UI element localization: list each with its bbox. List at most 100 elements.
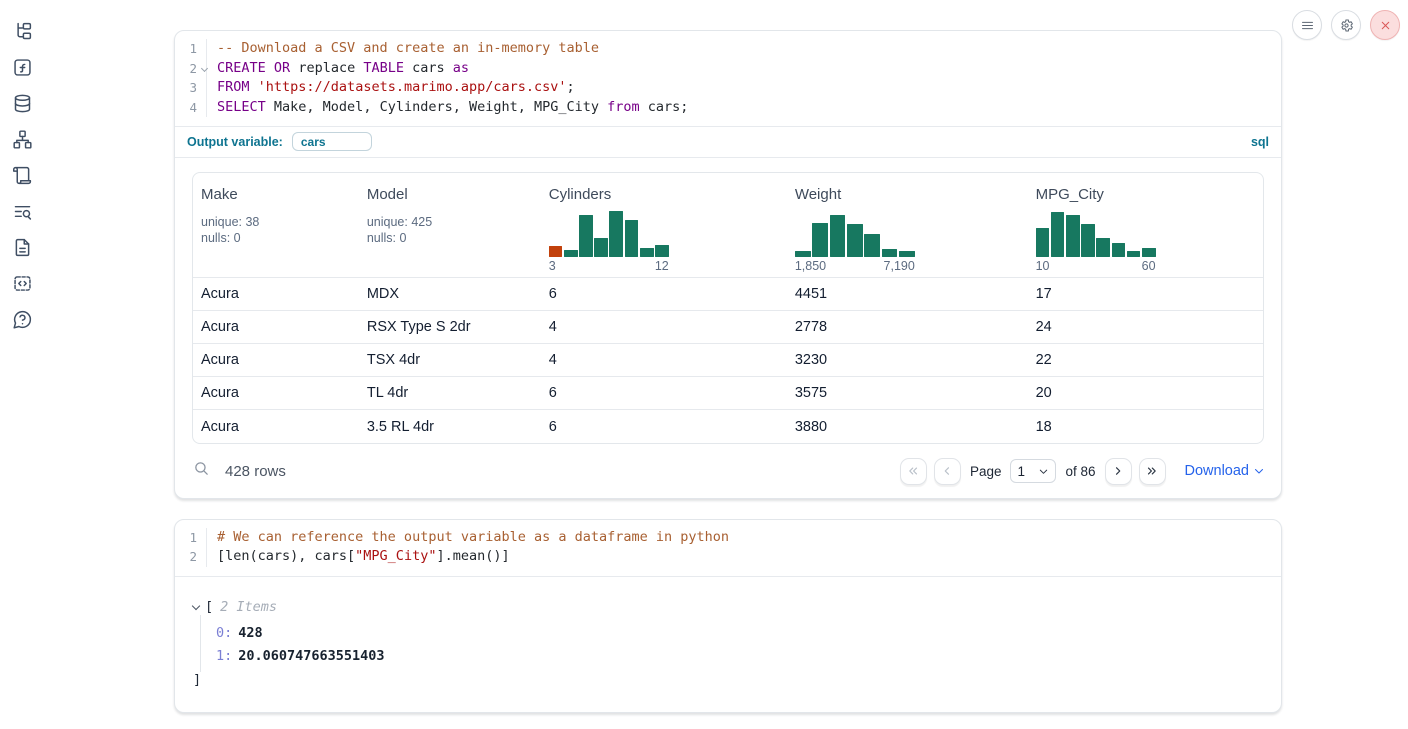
column-label: Make (201, 186, 351, 203)
first-page-button[interactable] (900, 458, 927, 485)
histogram-bar (655, 245, 669, 257)
download-button[interactable]: Download (1185, 463, 1266, 479)
column-header-weight[interactable]: Weight 1,8507,190 (787, 173, 1028, 278)
table-cell: TSX 4dr (359, 344, 541, 377)
line-number: 2 (175, 547, 207, 567)
code-line[interactable]: 2[len(cars), cars["MPG_City"].mean()] (175, 547, 1281, 567)
python-code-editor[interactable]: 1# We can reference the output variable … (175, 520, 1281, 576)
column-header-make[interactable]: Make unique: 38 nulls: 0 (193, 173, 359, 278)
column-stats: unique: 38 nulls: 0 (201, 214, 351, 254)
code-line[interactable]: 4SELECT Make, Model, Cylinders, Weight, … (175, 98, 1281, 118)
table-cell: 3880 (787, 410, 1028, 443)
cylinders-histogram: 312 (549, 209, 669, 273)
folder-tree-icon[interactable] (12, 21, 33, 42)
table-cell: 6 (541, 278, 787, 311)
histogram-bar (1036, 228, 1050, 258)
code-line[interactable]: 2CREATE OR replace TABLE cars as (175, 59, 1281, 79)
histogram-bar (847, 224, 863, 258)
histogram-bar (594, 238, 608, 257)
histogram-bar (864, 234, 880, 257)
tree-entry-value: 20.060747663551403 (238, 648, 384, 664)
top-right-controls (1292, 10, 1400, 40)
function-square-icon[interactable] (12, 57, 33, 78)
help-bubble-icon[interactable] (12, 309, 33, 330)
code-line[interactable]: 3FROM 'https://datasets.marimo.app/cars.… (175, 78, 1281, 98)
previous-page-button[interactable] (934, 458, 961, 485)
table-cell: Acura (193, 410, 359, 443)
row-count: 428 rows (225, 463, 286, 480)
items-count-label: 2 Items (220, 599, 277, 615)
table-output: Make unique: 38 nulls: 0 Model unique: 4… (175, 158, 1281, 448)
table-row[interactable]: AcuraMDX6445117 (193, 278, 1263, 311)
last-page-button[interactable] (1139, 458, 1166, 485)
next-page-button[interactable] (1105, 458, 1132, 485)
table-cell: 3.5 RL 4dr (359, 410, 541, 443)
histogram-bar (549, 246, 563, 258)
collapse-chevron-icon[interactable] (192, 601, 200, 609)
histogram-bar (830, 215, 846, 257)
code-line[interactable]: 1# We can reference the output variable … (175, 528, 1281, 548)
table-cell: 2778 (787, 311, 1028, 344)
page-label: Page (970, 464, 1002, 479)
download-label: Download (1185, 463, 1250, 479)
table-row[interactable]: AcuraRSX Type S 2dr4277824 (193, 311, 1263, 344)
column-header-cylinders[interactable]: Cylinders 312 (541, 173, 787, 278)
close-icon[interactable] (1370, 10, 1400, 40)
histogram-bar (640, 248, 654, 258)
histogram-bar (882, 249, 898, 258)
list-search-icon[interactable] (12, 201, 33, 222)
table-cell: 4451 (787, 278, 1028, 311)
output-variable-input[interactable] (292, 132, 372, 151)
code-text: -- Download a CSV and create an in-memor… (207, 39, 599, 59)
scroll-icon[interactable] (12, 165, 33, 186)
gear-icon[interactable] (1331, 10, 1361, 40)
table-row[interactable]: AcuraTSX 4dr4323022 (193, 344, 1263, 377)
sql-code-editor[interactable]: 1-- Download a CSV and create an in-memo… (175, 31, 1281, 126)
table-header-row: Make unique: 38 nulls: 0 Model unique: 4… (193, 173, 1263, 278)
column-label: MPG_City (1036, 186, 1255, 203)
table-cell: 6 (541, 410, 787, 443)
sql-cell: 1 -- Download a CSV and create an in-memo… (174, 30, 1282, 499)
column-header-model[interactable]: Model unique: 425 nulls: 0 (359, 173, 541, 278)
table-cell: MDX (359, 278, 541, 311)
table-cell: 17 (1028, 278, 1263, 311)
code-line[interactable]: 1-- Download a CSV and create an in-memo… (175, 39, 1281, 59)
line-number: 2 (175, 59, 207, 79)
dependency-graph-icon[interactable] (12, 129, 33, 150)
table-cell: Acura (193, 311, 359, 344)
menu-icon[interactable] (1292, 10, 1322, 40)
page-select[interactable]: 1 (1010, 459, 1056, 483)
line-number: 1 (175, 528, 207, 548)
column-stats: unique: 425 nulls: 0 (367, 214, 533, 254)
document-icon[interactable] (12, 237, 33, 258)
table-cell: Acura (193, 377, 359, 410)
histogram-bar (1127, 251, 1141, 257)
histogram-bar (1142, 248, 1156, 258)
histogram-bar (1081, 224, 1095, 258)
table-cell: 4 (541, 344, 787, 377)
helper-sidebar (0, 0, 44, 729)
tree-entry-value: 428 (238, 625, 262, 641)
weight-histogram: 1,8507,190 (795, 209, 915, 273)
code-text: SELECT Make, Model, Cylinders, Weight, M… (207, 98, 688, 118)
table-cell: RSX Type S 2dr (359, 311, 541, 344)
table-cell: Acura (193, 344, 359, 377)
search-icon[interactable] (193, 460, 210, 482)
page-select-value: 1 (1017, 464, 1025, 479)
histogram-bar (564, 250, 578, 257)
histogram-bar (625, 220, 639, 257)
column-header-mpg-city[interactable]: MPG_City 1060 (1028, 173, 1263, 278)
histogram-bar (1066, 215, 1080, 257)
fold-chevron-icon[interactable] (201, 65, 208, 72)
table-row[interactable]: Acura3.5 RL 4dr6388018 (193, 410, 1263, 443)
close-bracket: ] (193, 672, 1265, 688)
table-cell: 3230 (787, 344, 1028, 377)
table-cell: 3575 (787, 377, 1028, 410)
code-snippet-icon[interactable] (12, 273, 33, 294)
line-number: 3 (175, 78, 207, 98)
tree-entry: 1:20.060747663551403 (216, 645, 1265, 668)
table-cell: 6 (541, 377, 787, 410)
database-icon[interactable] (12, 93, 33, 114)
table-row[interactable]: AcuraTL 4dr6357520 (193, 377, 1263, 410)
table-cell: 24 (1028, 311, 1263, 344)
